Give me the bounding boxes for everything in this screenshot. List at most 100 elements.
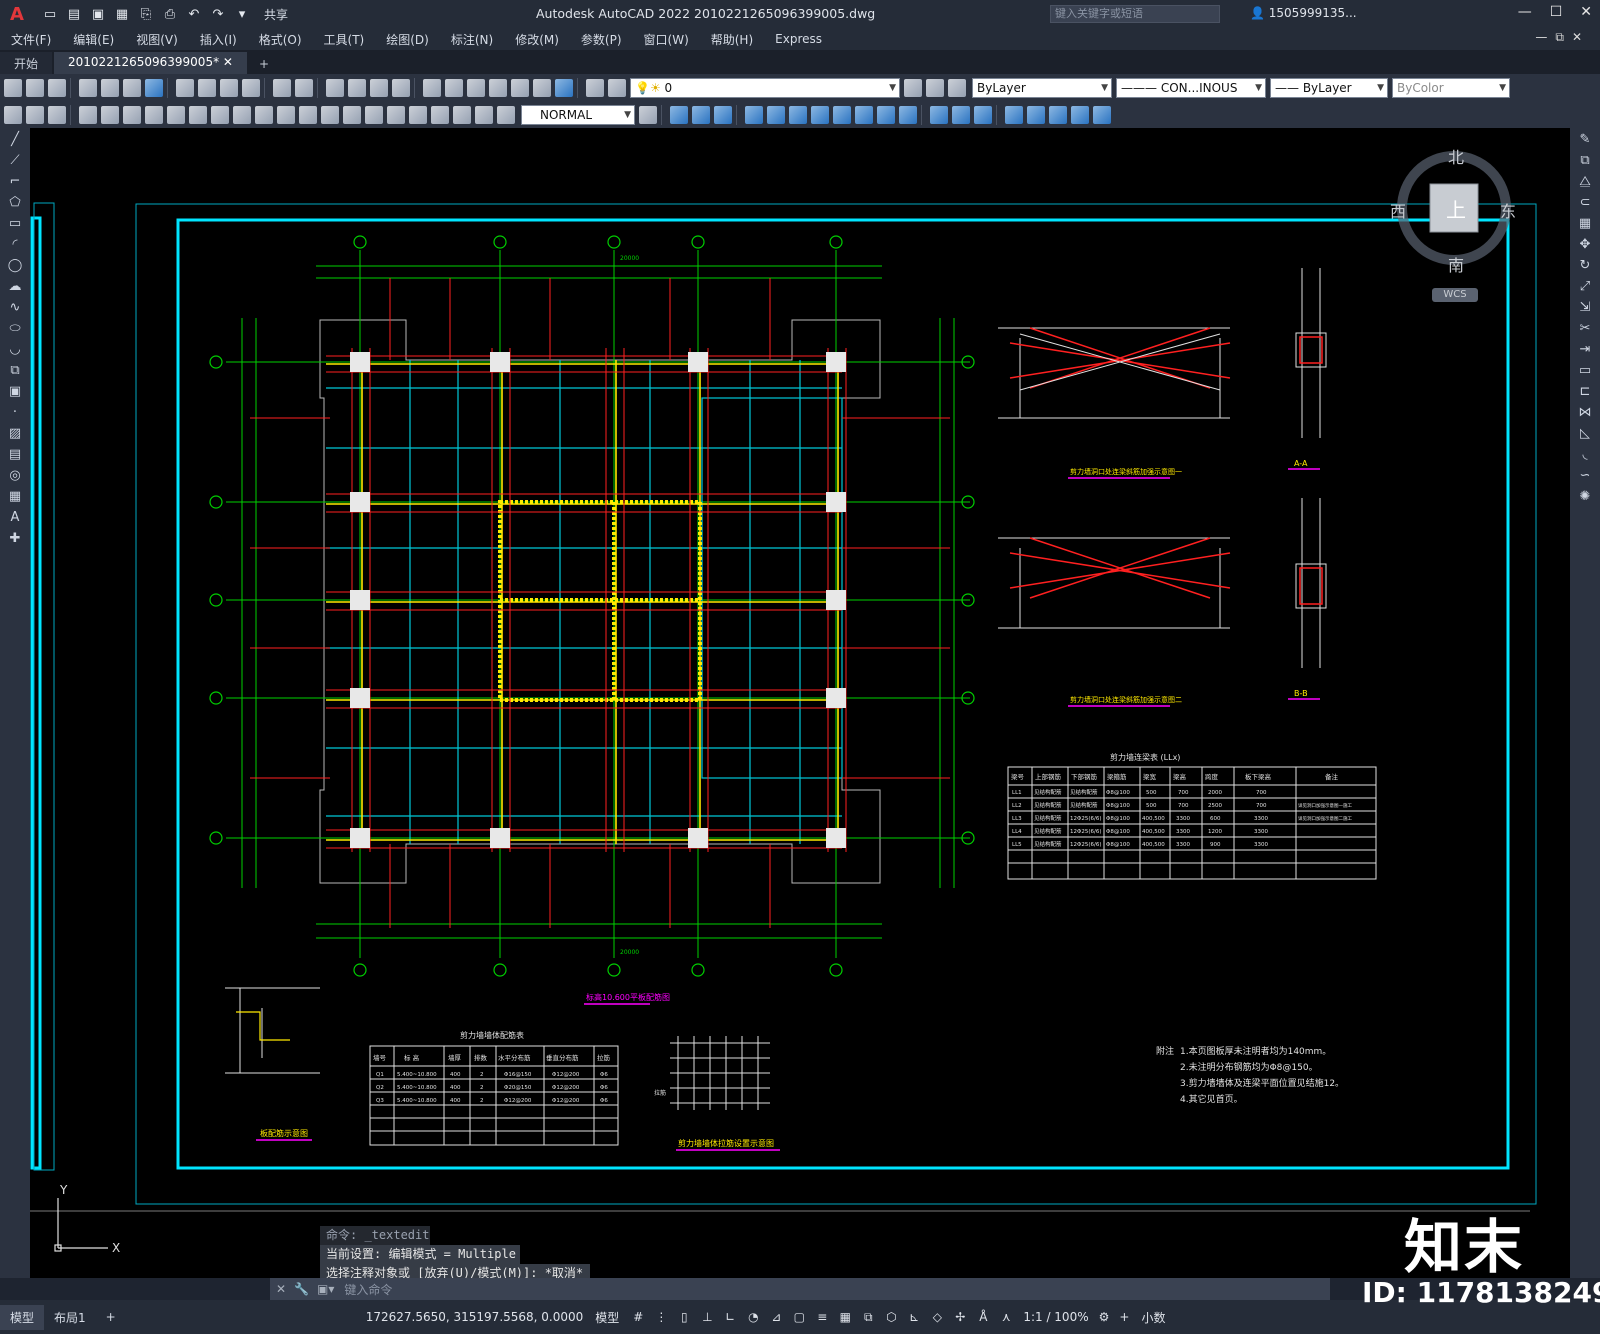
text-style-select[interactable]: NORMAL ▼ [521,104,635,125]
menu-view[interactable]: 视图(V) [125,31,189,48]
table-icon[interactable]: ▦ [6,488,24,506]
materials-icon[interactable] [974,105,992,124]
extend-icon[interactable]: ⇥ [1576,341,1594,359]
compass-south[interactable]: 南 [1448,252,1464,276]
menu-edit[interactable]: 编辑(E) [62,31,125,48]
aligned-dim-icon[interactable] [101,105,119,124]
inspection-icon[interactable] [409,105,427,124]
copy-object-icon[interactable]: ⧉ [1576,152,1594,170]
scale-icon[interactable]: ⤢ [1576,278,1594,296]
arc-icon[interactable]: ◜ [6,236,24,254]
space-toggle[interactable]: 模型 [595,1309,619,1326]
document-window-controls[interactable]: —⧉✕ [1535,30,1590,45]
design-center-icon[interactable] [445,78,463,97]
selection-cycling-icon[interactable]: ⧉ [861,1310,875,1324]
3d-wedge-icon[interactable] [692,105,710,124]
explode-icon[interactable]: ✺ [1576,488,1594,506]
break-point-icon[interactable]: ▭ [1576,362,1594,380]
point-icon[interactable]: · [6,404,24,422]
undo-icon[interactable] [273,78,291,97]
polar-icon[interactable]: ◔ [746,1310,760,1324]
close-icon[interactable]: ✕ [1580,4,1592,20]
spline-icon[interactable]: ∿ [6,299,24,317]
publish-icon[interactable] [123,78,141,97]
layer-state-icon[interactable] [608,78,626,97]
color-select[interactable]: ByLayer ▼ [972,77,1112,98]
chamfer-icon[interactable]: ◺ [1576,425,1594,443]
menu-help[interactable]: 帮助(H) [700,31,764,48]
annotation-scale[interactable]: 1:1 / 100% [1023,1310,1088,1324]
diameter-dim-icon[interactable] [211,105,229,124]
user-account[interactable]: 👤 1505999135... [1250,6,1357,20]
dim-break-icon[interactable] [343,105,361,124]
mirror-icon[interactable]: ⧋ [1576,173,1594,191]
3d-cone-icon[interactable] [714,105,732,124]
circle-icon[interactable]: ◯ [6,257,24,275]
construction-line-icon[interactable]: ⟋ [6,152,24,170]
grid-icon[interactable]: # [631,1310,645,1324]
sheet-set-icon[interactable] [489,78,507,97]
new-icon[interactable] [4,78,22,97]
ucs-object-icon[interactable] [1093,105,1111,124]
menu-modify[interactable]: 修改(M) [504,31,570,48]
selection-filter-icon[interactable]: ◇ [930,1310,944,1324]
open-icon[interactable] [26,78,44,97]
save-as-icon[interactable]: ▦ [114,6,130,22]
mtext-icon[interactable]: A [6,509,24,527]
hatch-icon[interactable]: ▨ [6,425,24,443]
revision-cloud-icon[interactable]: ☁ [6,278,24,296]
tool-palettes-icon[interactable] [467,78,485,97]
save-icon[interactable] [48,78,66,97]
drawing-canvas[interactable]: 20000 20000 标高10.600平板配筋图 剪力墙洞口处连梁斜筋加强示意… [30,128,1570,1278]
menu-draw[interactable]: 绘图(D) [375,31,440,48]
blend-icon[interactable]: ∽ [1576,467,1594,485]
tolerance-icon[interactable] [365,105,383,124]
3d-sphere-icon[interactable] [745,105,763,124]
units-select[interactable]: 小数 [1141,1309,1165,1326]
markup-icon[interactable] [511,78,529,97]
gradient-icon[interactable]: ▤ [6,446,24,464]
redo-icon[interactable]: ↷ [210,6,226,22]
command-customize-icon[interactable]: 🔧 [294,1282,309,1296]
lineweight-icon[interactable]: ≡ [815,1310,829,1324]
tab-close-icon[interactable]: ✕ [223,55,233,69]
revolve-icon[interactable] [833,105,851,124]
union-icon[interactable] [855,105,873,124]
dim-style-icon[interactable] [639,105,657,124]
cursor-coordinates[interactable]: 172627.5650, 315197.5568, 0.0000 [366,1310,584,1324]
block-icon[interactable] [26,105,44,124]
pan-icon[interactable] [326,78,344,97]
object-snap-icon[interactable]: ▢ [792,1310,806,1324]
search-input[interactable]: 键入关键字或短语 [1050,5,1220,23]
render-icon[interactable] [952,105,970,124]
visual-style-icon[interactable] [930,105,948,124]
center-mark-icon[interactable] [387,105,405,124]
compass-east[interactable]: 东 [1500,198,1516,222]
radius-dim-icon[interactable] [167,105,185,124]
gizmo-icon[interactable]: ✢ [953,1310,967,1324]
minimize-icon[interactable]: — [1518,4,1532,20]
tab-layout1[interactable]: 布局1 [44,1305,96,1330]
command-close-icon[interactable]: ✕ [276,1282,286,1296]
jogged-linear-icon[interactable] [431,105,449,124]
dim-text-edit-icon[interactable] [475,105,493,124]
web-icon[interactable] [145,78,163,97]
plot-icon[interactable]: ⎙ [162,6,178,22]
properties-icon[interactable] [423,78,441,97]
extrude-icon[interactable] [811,105,829,124]
save-icon[interactable]: ▣ [90,6,106,22]
help-icon[interactable] [555,78,573,97]
customize-icon[interactable]: ▾ [234,6,250,22]
array-icon[interactable]: ▦ [1576,215,1594,233]
ucs-icon[interactable] [1005,105,1023,124]
fillet-icon[interactable]: ◟ [1576,446,1594,464]
calculator-icon[interactable] [533,78,551,97]
linetype-select[interactable]: ——— CON...INOUS ▼ [1116,77,1266,98]
menu-dimension[interactable]: 标注(N) [440,31,504,48]
dim-edit-icon[interactable] [453,105,471,124]
publish-icon[interactable]: ⎘ [138,6,154,22]
dynamic-input-icon[interactable]: ⊥ [700,1310,714,1324]
polygon-icon[interactable]: ⬠ [6,194,24,212]
compass-north[interactable]: 北 [1448,144,1464,168]
continue-dim-icon[interactable] [299,105,317,124]
